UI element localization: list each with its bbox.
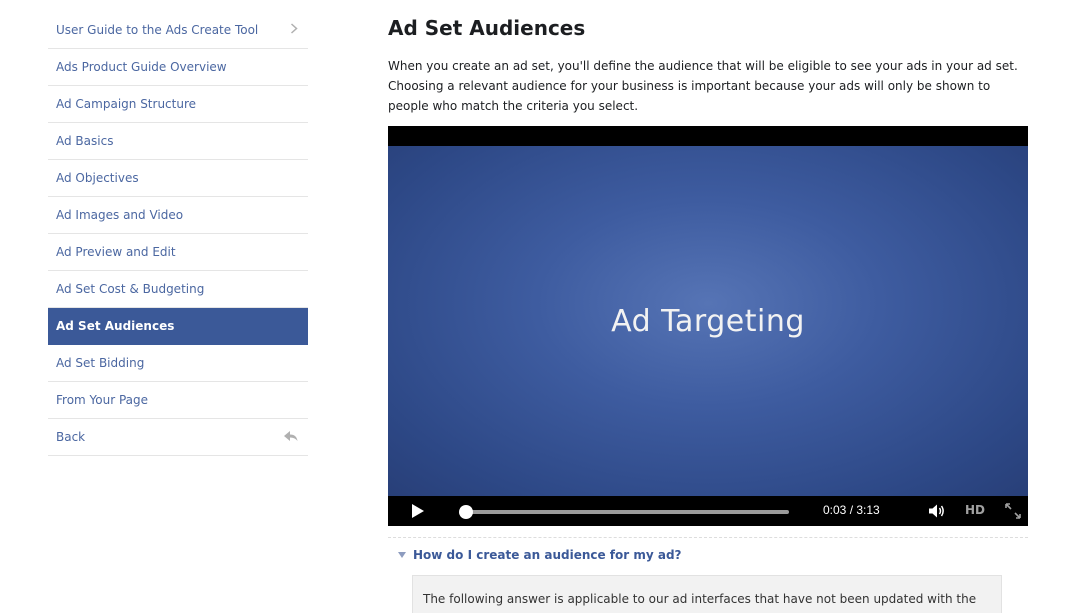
sidebar-item-label: Ad Objectives — [56, 171, 139, 185]
sidebar-item-label: Ad Set Audiences — [56, 319, 175, 333]
progress-handle[interactable] — [459, 505, 474, 519]
sidebar-item-user-guide[interactable]: User Guide to the Ads Create Tool — [48, 11, 308, 49]
sidebar-item-preview-edit[interactable]: Ad Preview and Edit — [48, 234, 308, 271]
faq-answer-text: The following answer is applicable to ou… — [423, 592, 977, 613]
sidebar-item-product-guide-overview[interactable]: Ads Product Guide Overview — [48, 49, 308, 86]
play-icon[interactable] — [412, 504, 424, 518]
back-arrow-icon — [284, 430, 298, 444]
hd-toggle[interactable]: HD — [965, 503, 985, 517]
sidebar-item-label: Ad Set Cost & Budgeting — [56, 282, 205, 296]
sidebar-item-back[interactable]: Back — [48, 419, 308, 456]
sidebar-item-label: Back — [56, 430, 86, 444]
intro-paragraph: When you create an ad set, you'll define… — [388, 59, 1018, 113]
sidebar-item-label: User Guide to the Ads Create Tool — [56, 22, 259, 37]
caret-down-icon — [398, 552, 406, 558]
faq-answer: The following answer is applicable to ou… — [412, 575, 1002, 613]
sidebar-item-label: Ad Preview and Edit — [56, 245, 176, 259]
volume-icon[interactable] — [928, 503, 946, 519]
sidebar-item-bidding[interactable]: Ad Set Bidding — [48, 345, 308, 382]
sidebar-item-from-your-page[interactable]: From Your Page — [48, 382, 308, 419]
faq-question-text: How do I create an audience for my ad? — [413, 548, 682, 562]
progress-bar[interactable] — [459, 505, 789, 519]
video-frame[interactable]: Ad Targeting — [388, 146, 1028, 496]
faq-divider — [388, 537, 1028, 538]
sidebar-item-label: Ad Basics — [56, 134, 114, 148]
sidebar-item-audiences[interactable]: Ad Set Audiences — [48, 308, 308, 345]
sidebar-item-cost-budgeting[interactable]: Ad Set Cost & Budgeting — [48, 271, 308, 308]
video-player[interactable]: Ad Targeting 0:03 / 3:13 HD — [388, 126, 1028, 526]
page: User Guide to the Ads Create Tool Ads Pr… — [0, 0, 1079, 613]
sidebar-item-campaign-structure[interactable]: Ad Campaign Structure — [48, 86, 308, 123]
sidebar-item-label: Ad Images and Video — [56, 208, 184, 222]
sidebar-item-label: Ads Product Guide Overview — [56, 60, 227, 74]
sidebar-item-ad-objectives[interactable]: Ad Objectives — [48, 160, 308, 197]
faq-question-toggle[interactable]: How do I create an audience for my ad? — [398, 548, 682, 562]
page-title: Ad Set Audiences — [388, 16, 586, 40]
video-title-card: Ad Targeting — [611, 303, 805, 339]
fullscreen-icon[interactable] — [1005, 503, 1021, 519]
sidebar-item-images-video[interactable]: Ad Images and Video — [48, 197, 308, 234]
video-controls: 0:03 / 3:13 HD — [388, 496, 1028, 526]
sidebar-item-label: Ad Campaign Structure — [56, 97, 197, 111]
sidebar-nav: User Guide to the Ads Create Tool Ads Pr… — [48, 11, 308, 456]
sidebar-item-ad-basics[interactable]: Ad Basics — [48, 123, 308, 160]
sidebar-item-label: From Your Page — [56, 393, 149, 407]
time-readout: 0:03 / 3:13 — [823, 503, 880, 517]
main-content: Ad Set Audiences When you create an ad s… — [388, 0, 1028, 613]
chevron-right-icon — [290, 22, 298, 37]
sidebar-item-label: Ad Set Bidding — [56, 356, 145, 370]
